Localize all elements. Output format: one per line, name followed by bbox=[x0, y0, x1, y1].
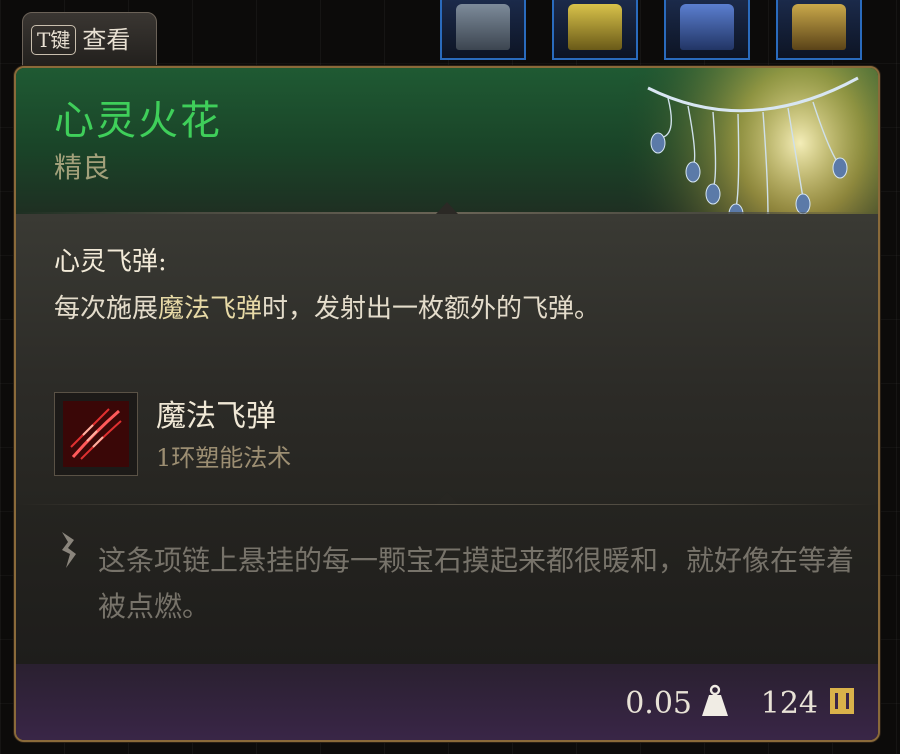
feature-name: 心灵飞弹: bbox=[54, 247, 167, 277]
tooltip-footer: 0.05 124 bbox=[16, 664, 878, 740]
quote-icon bbox=[62, 532, 76, 568]
tooltip-body: 心灵飞弹: 每次施展魔法飞弹时，发射出一枚额外的飞弹。 魔法飞弹 1环塑能法术 bbox=[16, 214, 878, 504]
flavor-section: 这条项链上悬挂的每一颗宝石摸起来都很暖和，就好像在等着被点燃。 bbox=[16, 504, 878, 664]
inventory-slot-scroll-2[interactable] bbox=[552, 0, 638, 60]
gold-coin-icon bbox=[830, 688, 854, 714]
tooltip-header: 心灵火花 精良 bbox=[16, 68, 878, 368]
inventory-slot-scroll-4[interactable] bbox=[776, 0, 862, 60]
spell-level: 1环塑能法术 bbox=[156, 444, 292, 472]
item-name: 心灵火花 bbox=[54, 98, 222, 144]
hotkey-action-label: 查看 bbox=[82, 26, 131, 54]
item-rarity: 精良 bbox=[54, 151, 111, 184]
inventory-slot-scroll-1[interactable] bbox=[440, 0, 526, 60]
item-tooltip: 心灵火花 精良 心灵飞弹: 每次施展魔法飞弹时，发射出一枚额外的飞弹。 魔法飞弹… bbox=[14, 66, 880, 742]
feature-desc-spell-link[interactable]: 魔法飞弹 bbox=[158, 294, 262, 324]
weight-icon bbox=[702, 684, 728, 716]
feature-desc-pre: 每次施展 bbox=[54, 294, 159, 324]
examine-hotkey-hint[interactable]: T键 查看 bbox=[22, 12, 157, 70]
flavor-text: 这条项链上悬挂的每一颗宝石摸起来都很暖和，就好像在等着被点燃。 bbox=[98, 544, 855, 623]
spell-art bbox=[63, 401, 129, 467]
spell-name: 魔法飞弹 bbox=[156, 399, 276, 434]
magic-missile-icon bbox=[54, 392, 138, 476]
hotkey-cap: T键 bbox=[31, 25, 77, 55]
feature-description: 每次施展魔法飞弹时，发射出一枚额外的飞弹。 bbox=[54, 286, 614, 332]
item-price: 124 bbox=[760, 686, 818, 721]
feature-desc-post: 时，发射出一枚额外的飞弹。 bbox=[262, 294, 601, 324]
inventory-slot-scroll-3[interactable] bbox=[664, 0, 750, 60]
item-weight: 0.05 bbox=[625, 686, 692, 721]
